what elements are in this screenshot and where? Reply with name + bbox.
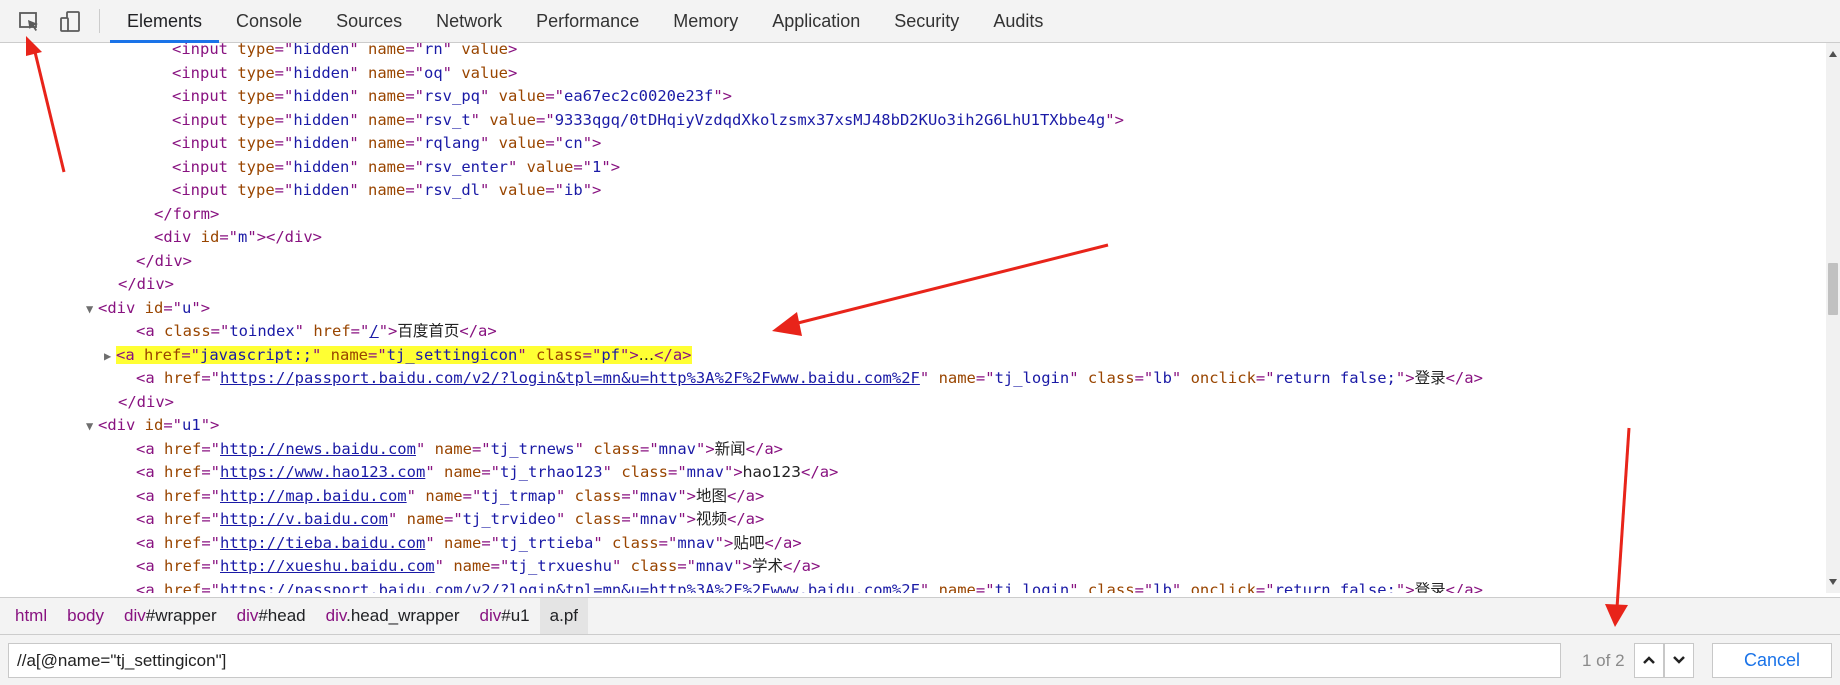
dom-tree-scrollbar[interactable] — [1826, 43, 1840, 593]
tab-performance[interactable]: Performance — [519, 0, 656, 43]
breadcrumb-item-html[interactable]: html — [5, 598, 57, 634]
collapsed-triangle-icon[interactable]: ▶ — [104, 345, 116, 369]
dom-node[interactable]: <input type="hidden" name="rn" value> — [172, 43, 517, 62]
scroll-down-arrow-icon[interactable] — [1829, 579, 1837, 585]
tab-application[interactable]: Application — [755, 0, 877, 43]
breadcrumb-item-u1[interactable]: div#u1 — [470, 598, 540, 634]
dom-node[interactable]: <a href="http://xueshu.baidu.com" name="… — [136, 555, 820, 579]
dom-node[interactable]: <a class="toindex" href="/">百度首页</a> — [136, 320, 497, 344]
dom-tree-panel: <input type="hidden" name="rn" value> <in… — [0, 43, 1826, 593]
dom-node[interactable]: <input type="hidden" name="oq" value> — [172, 62, 517, 86]
cancel-button[interactable]: Cancel — [1712, 643, 1832, 678]
tab-memory[interactable]: Memory — [656, 0, 755, 43]
panel-tabs: Elements Console Sources Network Perform… — [110, 0, 1060, 43]
breadcrumb-item-head-wrapper[interactable]: div.head_wrapper — [316, 598, 470, 634]
devtools-toolbar: Elements Console Sources Network Perform… — [0, 0, 1840, 43]
dom-node-selected[interactable]: ▶ <a href="javascript:;" name="tj_setting… — [104, 344, 692, 368]
dom-node[interactable]: </div> — [118, 391, 174, 415]
expanded-triangle-icon[interactable]: ▼ — [86, 415, 98, 439]
dom-node[interactable]: <a href="https://passport.baidu.com/v2/?… — [136, 579, 1483, 594]
chevron-down-icon — [1673, 656, 1685, 664]
dom-node[interactable]: <a href="http://news.baidu.com" name="tj… — [136, 438, 783, 462]
scroll-up-arrow-icon[interactable] — [1829, 51, 1837, 57]
expanded-triangle-icon[interactable]: ▼ — [86, 298, 98, 322]
breadcrumb-item-wrapper[interactable]: div#wrapper — [114, 598, 227, 634]
breadcrumb-item-body[interactable]: body — [57, 598, 114, 634]
dom-node[interactable]: <input type="hidden" name="rsv_pq" value… — [172, 85, 732, 109]
chevron-up-icon — [1643, 656, 1655, 664]
inspect-element-icon[interactable] — [17, 9, 43, 35]
device-toolbar-icon[interactable] — [58, 9, 84, 35]
dom-node[interactable]: <a href="http://v.baidu.com" name="tj_tr… — [136, 508, 764, 532]
search-input[interactable]: //a[@name="tj_settingicon"] — [8, 643, 1561, 678]
tab-sources[interactable]: Sources — [319, 0, 419, 43]
dom-node[interactable]: <input type="hidden" name="rqlang" value… — [172, 132, 601, 156]
dom-node[interactable]: <a href="https://passport.baidu.com/v2/?… — [136, 367, 1483, 391]
tab-elements[interactable]: Elements — [110, 0, 220, 43]
dom-node[interactable]: <div id="m"></div> — [154, 226, 322, 250]
tab-audits[interactable]: Audits — [976, 0, 1060, 43]
toolbar-divider — [99, 9, 100, 33]
dom-node[interactable]: <input type="hidden" name="rsv_enter" va… — [172, 156, 620, 180]
breadcrumb-item-head[interactable]: div#head — [227, 598, 316, 634]
dom-node[interactable]: </form> — [154, 203, 219, 227]
tab-network[interactable]: Network — [419, 0, 519, 43]
dom-search-bar: //a[@name="tj_settingicon"] 1 of 2 Cance… — [0, 634, 1840, 685]
tab-console[interactable]: Console — [219, 0, 319, 43]
breadcrumb-item-a-pf[interactable]: a.pf — [539, 598, 589, 634]
tab-security[interactable]: Security — [877, 0, 976, 43]
dom-node[interactable]: <a href="http://map.baidu.com" name="tj_… — [136, 485, 764, 509]
dom-node[interactable]: <a href="https://www.hao123.com" name="t… — [136, 461, 838, 485]
next-match-button[interactable] — [1664, 643, 1694, 678]
dom-node[interactable]: ▼ <div id="u"> — [86, 297, 210, 321]
previous-match-button[interactable] — [1634, 643, 1664, 678]
breadcrumb: html body div#wrapper div#head div.head_… — [0, 597, 1840, 634]
dom-node[interactable]: </div> — [118, 273, 174, 297]
match-count: 1 of 2 — [1582, 651, 1625, 670]
dom-node[interactable]: </div> — [136, 250, 192, 274]
dom-node[interactable]: <input type="hidden" name="rsv_dl" value… — [172, 179, 601, 203]
dom-node[interactable]: <input type="hidden" name="rsv_t" value=… — [172, 109, 1124, 133]
dom-node[interactable]: <a href="http://tieba.baidu.com" name="t… — [136, 532, 802, 556]
scroll-thumb[interactable] — [1828, 263, 1838, 315]
dom-node[interactable]: ▼ <div id="u1"> — [86, 414, 219, 438]
